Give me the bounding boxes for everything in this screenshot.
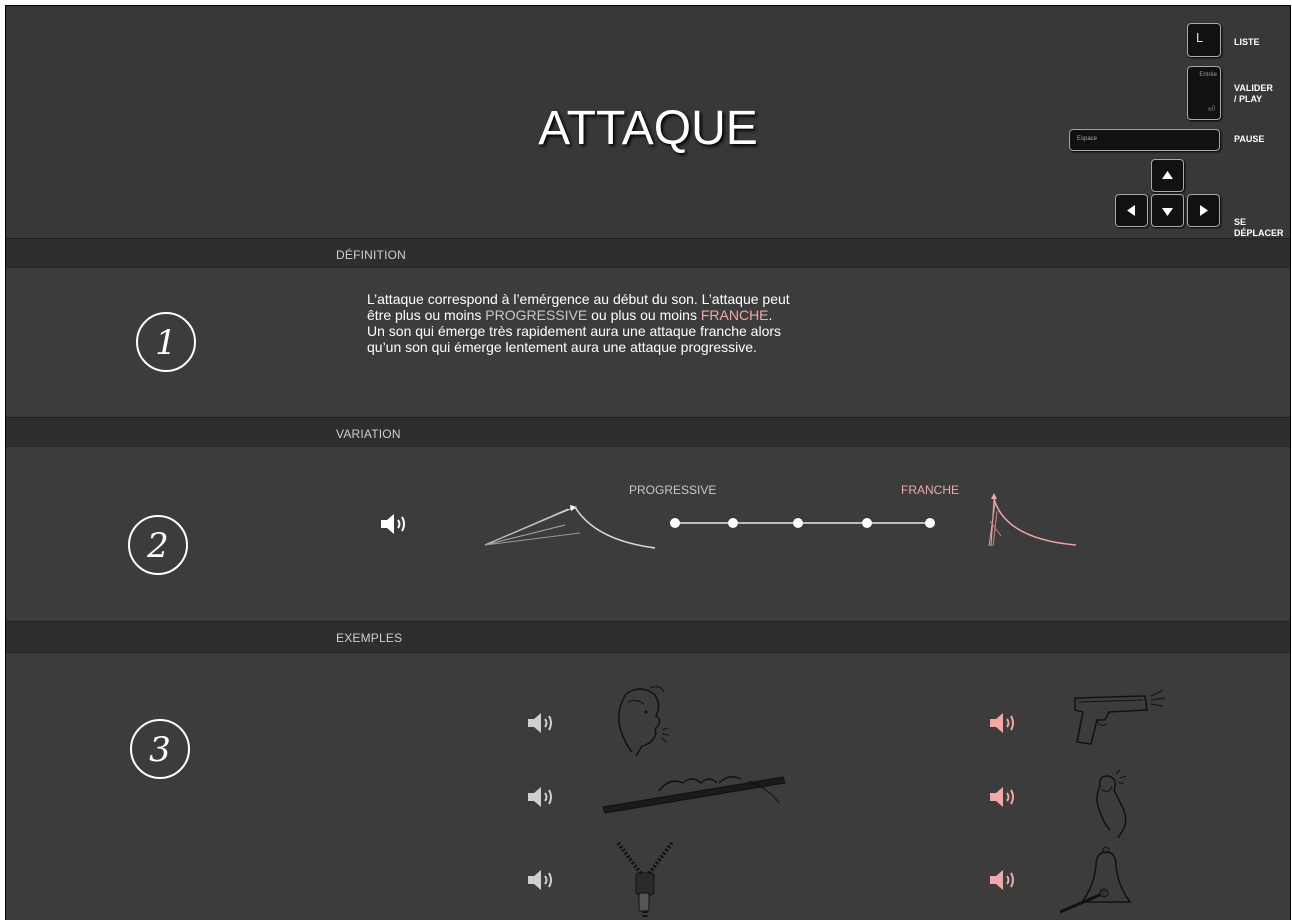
progressive-label: PROGRESSIVE [629,483,717,497]
definition-number-badge: 1 [136,312,196,372]
definition-line-3: Un son qui émerge très rapidement aura u… [367,323,782,339]
definition-line-1: L’attaque correspond à l’emérgence au dé… [367,291,790,307]
variation-number-badge: 2 [128,515,188,575]
se-deplacer-label: SE DÉPLACER [1234,217,1284,238]
key-space-label: Espace [1077,136,1098,142]
progressive-keyword: PROGRESSIVE [485,307,588,323]
valider-label-line1: VALIDER [1234,83,1273,93]
valider-label: VALIDER / PLAY [1234,83,1273,105]
speaker-icon[interactable] [988,711,1018,735]
key-up[interactable] [1151,159,1184,192]
slider-step-3 [793,518,803,528]
zipper-icon [616,841,674,919]
definition-text: L’attaque correspond à l’emérgence au dé… [367,291,867,355]
arrow-down-icon [1162,208,1173,216]
arrow-up-icon [1162,171,1173,179]
key-enter-label: Entrée [1199,72,1217,78]
speaker-icon[interactable] [988,785,1018,809]
definition-line-4: qu’un son qui émerge lentement aura une … [367,339,757,355]
pause-label: PAUSE [1234,134,1265,144]
definition-band: DÉFINITION [6,238,1290,268]
definition-heading: DÉFINITION [336,248,406,262]
attack-slider[interactable] [664,512,946,534]
franche-keyword: FRANCHE [700,307,769,323]
speaker-icon[interactable] [526,711,556,735]
key-enter[interactable]: Entrée ⏎ [1187,66,1221,120]
definition-line-2: être plus ou moins PROGRESSIVE ou plus o… [367,307,867,323]
enter-arrow-icon: ⏎ [1207,104,1215,114]
arrow-right-icon [1200,205,1208,216]
pistol-icon [1074,689,1166,745]
slider-step-2 [728,518,738,528]
flute-icon [602,776,786,814]
examples-number-badge: 3 [130,719,190,779]
definition-line-2b: ou plus ou moins [587,307,701,323]
key-left[interactable] [1115,194,1148,227]
examples-band: EXEMPLES [6,621,1290,653]
header: ATTAQUE L LISTE Entrée ⏎ VALIDER / PLAY … [6,6,1290,238]
variation-heading: VARIATION [336,427,401,441]
franche-envelope-icon [988,493,1077,547]
slider-step-5 [925,518,935,528]
speaker-icon[interactable] [526,868,556,892]
franche-label: FRANCHE [901,483,960,497]
key-space[interactable]: Espace [1069,129,1220,151]
speaker-icon[interactable] [988,868,1018,892]
slider-step-1 [670,518,680,528]
blowing-face-icon [618,686,670,757]
definition-line-2a: être plus ou moins [367,307,486,323]
app-window: ATTAQUE L LISTE Entrée ⏎ VALIDER / PLAY … [6,6,1290,920]
progressive-envelope-icon [484,505,656,549]
speaker-icon[interactable] [379,512,409,536]
slider-step-4 [862,518,872,528]
key-down[interactable] [1151,194,1184,227]
finger-snap-icon [1096,769,1127,839]
bell-icon [1059,846,1132,914]
liste-label: LISTE [1234,37,1260,47]
key-l-label: L [1196,30,1204,45]
variation-band: VARIATION [6,417,1290,447]
arrow-left-icon [1127,205,1135,216]
key-right[interactable] [1187,194,1220,227]
definition-line-2c: . [768,307,773,323]
key-l[interactable]: L [1187,23,1221,57]
examples-heading: EXEMPLES [336,631,403,645]
valider-label-line2: / PLAY [1234,94,1263,104]
speaker-icon[interactable] [526,785,556,809]
